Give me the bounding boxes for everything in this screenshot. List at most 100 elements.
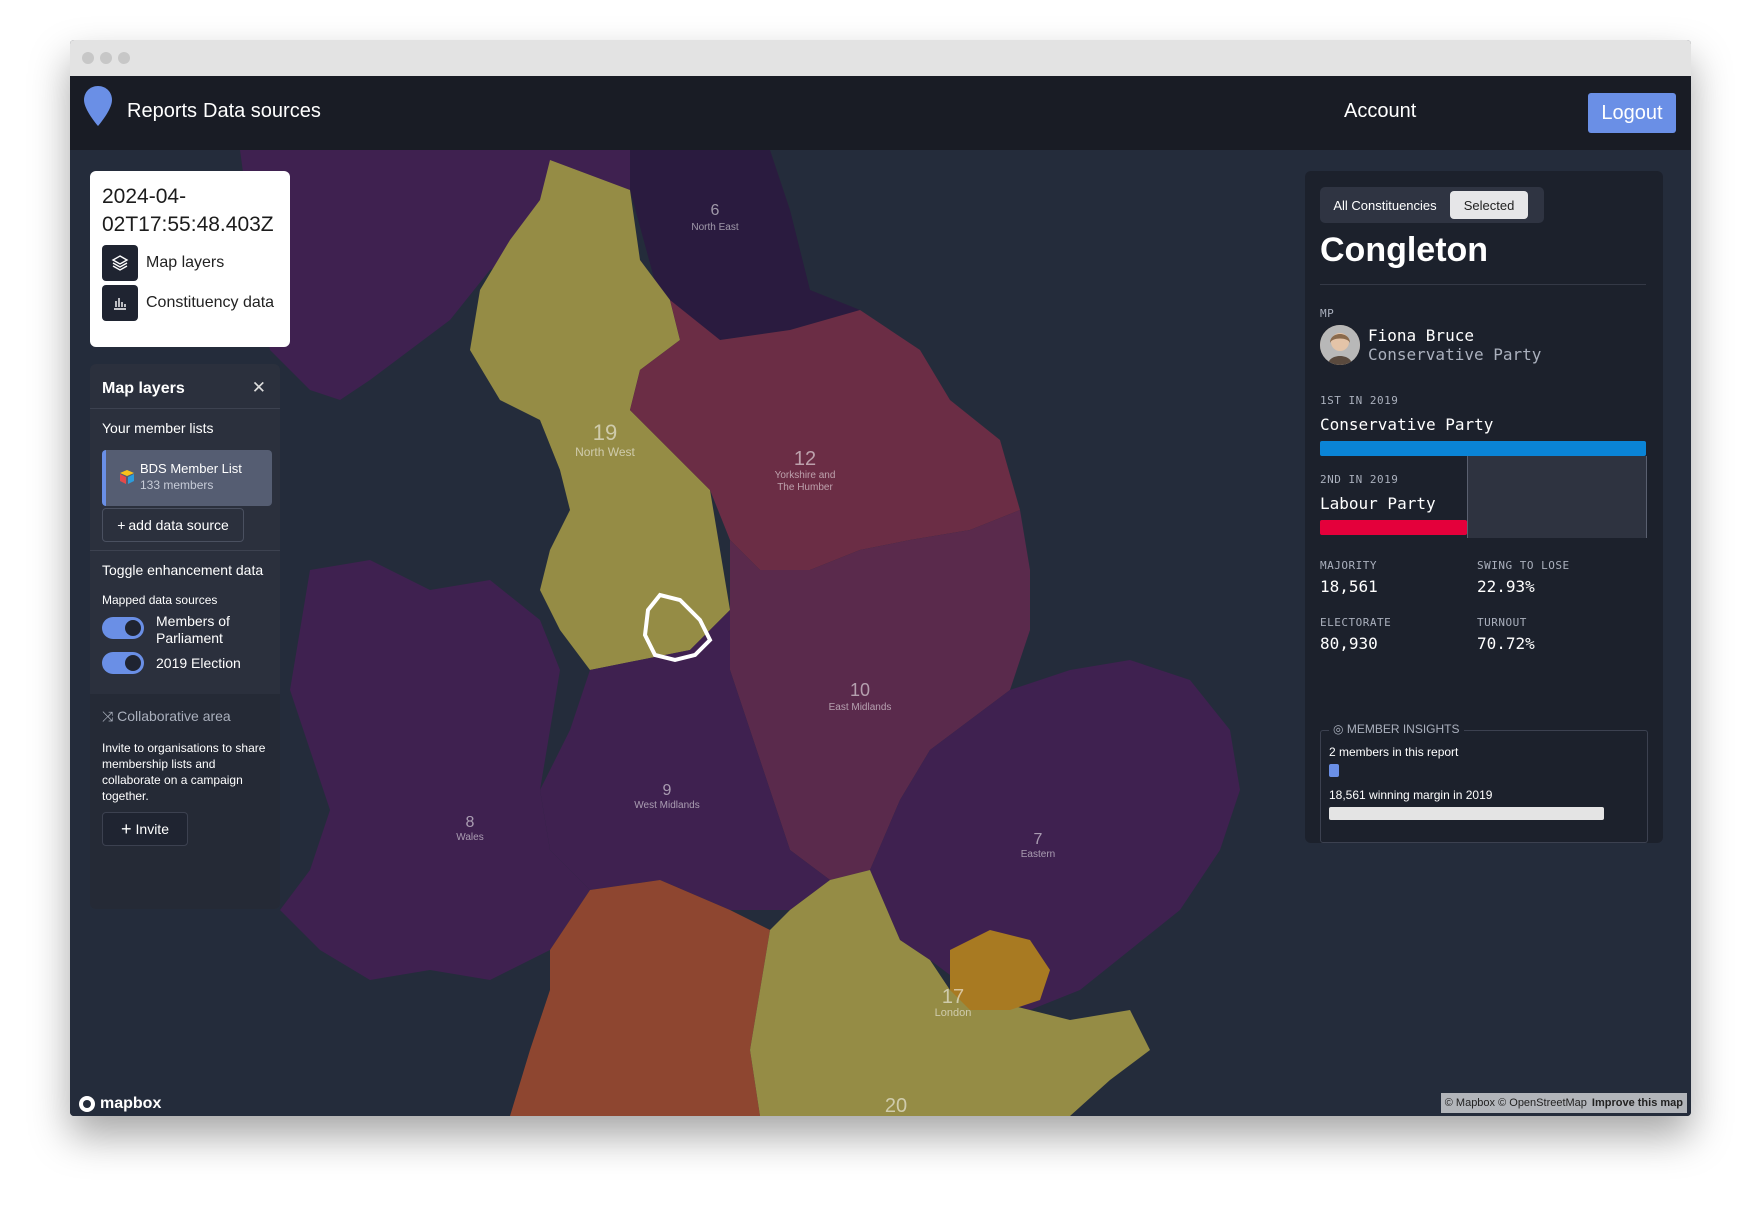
divider	[90, 408, 280, 409]
layers-panel-title: Map layers	[102, 380, 185, 397]
toggle-heading: Toggle enhancement data	[102, 562, 264, 578]
region-count-yorkshire: 12	[794, 448, 816, 470]
invite-label: Invite	[135, 821, 169, 837]
map-pin-logo-icon[interactable]	[84, 86, 112, 126]
majority-value: 18,561	[1320, 577, 1378, 596]
region-name-eastern: Eastern	[1021, 849, 1055, 860]
members-in-report: 2 members in this report	[1329, 745, 1459, 759]
collaborative-area-title: ⤨ Collaborative area	[102, 708, 231, 725]
swing-label: SWING TO LOSE	[1477, 559, 1570, 572]
winning-margin-bar	[1329, 807, 1604, 820]
data-source-icon	[120, 470, 134, 484]
mapped-sources-heading: Mapped data sources	[102, 593, 218, 607]
window-minimize-dot[interactable]	[100, 52, 112, 64]
collab-title-text: Collaborative area	[117, 708, 231, 724]
shuffle-icon: ⤨	[102, 708, 114, 724]
window-zoom-dot[interactable]	[118, 52, 130, 64]
region-name-yorkshire-line1: Yorkshire and	[775, 470, 836, 481]
member-list-item[interactable]: BDS Member List 133 members	[102, 450, 272, 506]
second-place-party: Labour Party	[1320, 494, 1436, 513]
view-tabs: All Constituencies Selected	[1320, 187, 1544, 223]
region-name-london: London	[935, 1007, 972, 1019]
nav-reports[interactable]: Reports	[127, 100, 197, 123]
region-count-eastern: 7	[1034, 831, 1043, 848]
member-lists-heading: Your member lists	[102, 420, 214, 436]
swing-value: 22.93%	[1477, 577, 1535, 596]
region-count-south-east: 20	[885, 1095, 907, 1116]
mp-avatar	[1320, 325, 1360, 365]
layers-icon	[102, 245, 138, 281]
attribution-text[interactable]: © Mapbox © OpenStreetMap	[1445, 1097, 1587, 1109]
region-name-wales: Wales	[456, 832, 483, 843]
constituency-data-label: Constituency data	[146, 294, 275, 311]
electorate-value: 80,930	[1320, 634, 1378, 653]
turnout-value: 70.72%	[1477, 634, 1535, 653]
close-icon[interactable]: ✕	[252, 378, 266, 398]
region-name-north-west: North West	[575, 445, 635, 459]
member-insights-title: ◎ MEMBER INSIGHTS	[1329, 722, 1464, 736]
add-data-source-label: add data source	[128, 517, 229, 533]
nav-account[interactable]: Account	[1344, 100, 1416, 123]
second-place-bar	[1320, 520, 1467, 535]
region-count-west-midlands: 9	[663, 782, 672, 799]
region-name-west-midlands: West Midlands	[634, 800, 699, 811]
map-layers-button[interactable]: Map layers	[102, 245, 224, 281]
toggle-members-of-parliament[interactable]	[102, 617, 144, 639]
members-indicator	[1329, 764, 1339, 777]
constituency-info-panel: All Constituencies Selected Congleton MP…	[1305, 171, 1663, 843]
mapbox-logo-icon	[79, 1096, 95, 1112]
mp-label: MP	[1320, 307, 1335, 320]
member-insights-box: ◎ MEMBER INSIGHTS 2 members in this repo…	[1320, 722, 1648, 843]
mp-name: Fiona Bruce	[1368, 326, 1474, 345]
constituency-name: Congleton	[1320, 231, 1489, 269]
region-count-north-west: 19	[593, 420, 617, 445]
majority-label: MAJORITY	[1320, 559, 1377, 572]
toggle-2019-election[interactable]	[102, 652, 144, 674]
map-layers-label: Map layers	[146, 254, 225, 271]
plus-icon: +	[117, 517, 126, 533]
map-attribution: © Mapbox © OpenStreetMap Improve this ma…	[1440, 1093, 1687, 1113]
electorate-label: ELECTORATE	[1320, 616, 1392, 629]
region-count-east-midlands: 10	[850, 680, 870, 700]
report-date: 2024-04-02T17:55:48.403Z	[102, 185, 274, 236]
divider	[1320, 284, 1646, 285]
region-name-yorkshire-line2: The Humber	[777, 482, 833, 493]
member-list-count: 133 members	[140, 478, 214, 492]
title-bar	[70, 40, 1691, 76]
tab-selected[interactable]: Selected	[1450, 191, 1528, 219]
window-close-dot[interactable]	[82, 52, 94, 64]
mp-party: Conservative Party	[1368, 345, 1542, 364]
browser-window: Reports Data sources Account Logout 6 No…	[70, 40, 1691, 1116]
first-place-party: Conservative Party	[1320, 415, 1494, 434]
invite-button[interactable]: + Invite	[102, 812, 188, 846]
insights-title-text: MEMBER INSIGHTS	[1346, 722, 1460, 736]
collaborative-area-description: Invite to organisations to share members…	[102, 741, 266, 803]
circles-icon: ◎	[1333, 722, 1344, 736]
toggle-label-mps: Members of Parliament	[156, 613, 230, 646]
second-place-label: 2ND IN 2019	[1320, 473, 1399, 486]
region-count-london: 17	[942, 986, 964, 1008]
map-layers-panel: Map layers ✕ Your member lists BDS Membe…	[90, 364, 280, 909]
region-count-north-east: 6	[711, 202, 720, 219]
report-card: 2024-04-02T17:55:48.403Z Map layers Cons…	[90, 171, 290, 347]
constituency-data-button[interactable]: Constituency data	[102, 285, 274, 321]
winning-margin: 18,561 winning margin in 2019	[1329, 788, 1493, 802]
turnout-label: TURNOUT	[1477, 616, 1527, 629]
nav-data-sources[interactable]: Data sources	[203, 100, 321, 123]
logout-button[interactable]: Logout	[1588, 93, 1676, 133]
region-name-east-midlands: East Midlands	[829, 702, 892, 713]
mapbox-logo-text: mapbox	[100, 1095, 162, 1112]
improve-map-link[interactable]: Improve this map	[1592, 1097, 1683, 1109]
region-count-wales: 8	[466, 814, 475, 831]
add-data-source-button[interactable]: + add data source	[102, 508, 244, 542]
bar-chart-icon	[102, 285, 138, 321]
toggle-label-election: 2019 Election	[156, 655, 241, 671]
first-place-bar	[1320, 441, 1646, 456]
mapbox-logo[interactable]: mapbox	[78, 1095, 161, 1113]
first-place-label: 1ST IN 2019	[1320, 394, 1399, 407]
divider	[90, 550, 280, 551]
tab-all-constituencies[interactable]: All Constituencies	[1326, 191, 1444, 219]
region-wales[interactable]	[280, 560, 590, 980]
plus-icon: +	[121, 818, 132, 839]
region-name-north-east: North East	[691, 222, 738, 233]
